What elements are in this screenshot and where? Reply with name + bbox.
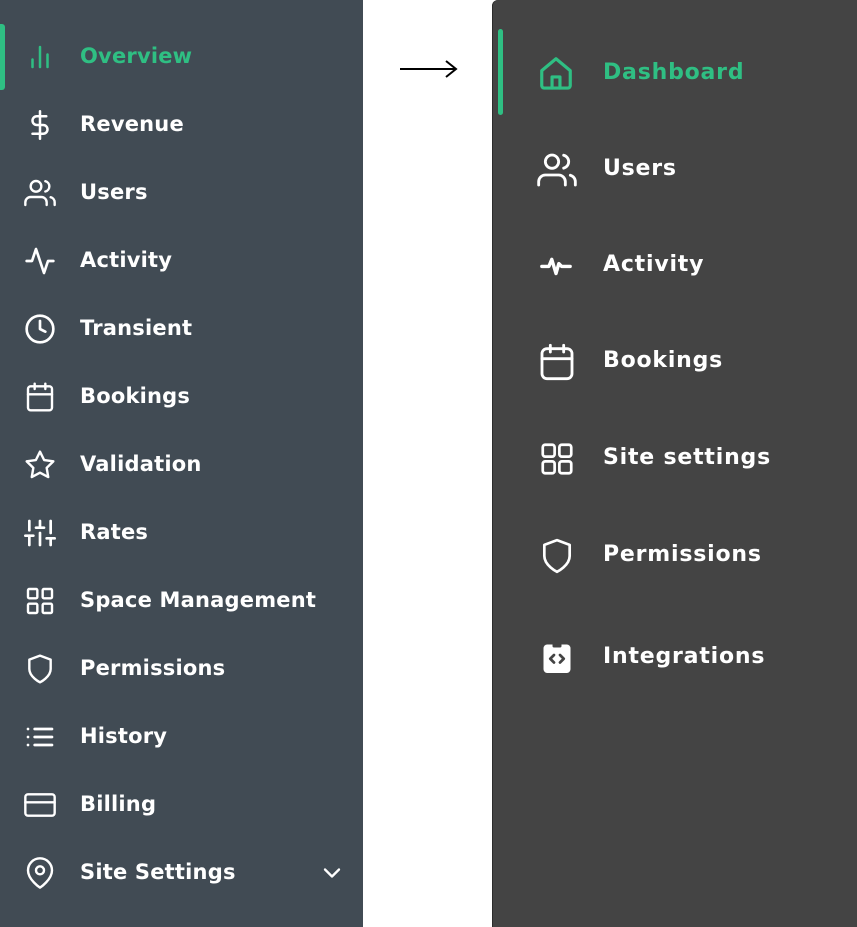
left-sidebar: Overview Revenue Users Activity Transien… — [0, 0, 363, 927]
sidebar-item-bookings[interactable]: Bookings — [0, 374, 363, 420]
sidebar-item-label: Bookings — [603, 348, 724, 373]
map-pin-icon — [22, 855, 58, 891]
sidebar-item-site-settings[interactable]: Site settings — [492, 431, 857, 485]
users-icon — [537, 150, 577, 190]
sidebar-item-label: Activity — [80, 248, 173, 272]
sidebar-item-site-settings[interactable]: Site Settings — [0, 850, 363, 896]
sidebar-item-overview[interactable]: Overview — [0, 34, 363, 80]
sidebar-item-revenue[interactable]: Revenue — [0, 102, 363, 148]
sidebar-item-label: Site settings — [603, 445, 771, 470]
bar-chart-icon — [22, 39, 58, 75]
sidebar-item-transient[interactable]: Transient — [0, 306, 363, 352]
grid-icon — [22, 583, 58, 619]
sidebar-item-label: Dashboard — [603, 60, 745, 85]
right-sidebar: Dashboard Users Activity Bookings Site s… — [492, 0, 857, 927]
sidebar-item-label: Validation — [80, 452, 202, 476]
star-icon — [22, 447, 58, 483]
dollar-icon — [22, 107, 58, 143]
pulse-icon — [537, 246, 575, 284]
sidebar-item-label: Space Management — [80, 588, 317, 612]
sidebar-item-label: Bookings — [80, 384, 191, 408]
sidebar-item-label: Billing — [80, 792, 157, 816]
sidebar-item-label: Rates — [80, 520, 149, 544]
sidebar-item-activity[interactable]: Activity — [492, 238, 857, 292]
sidebar-item-label: History — [80, 724, 168, 748]
shield-icon — [22, 651, 58, 687]
sidebar-item-label: Permissions — [603, 542, 762, 567]
sidebar-item-label: Transient — [80, 316, 193, 340]
chevron-down-icon[interactable] — [318, 859, 346, 887]
users-icon — [22, 175, 58, 211]
sidebar-item-label: Permissions — [80, 656, 226, 680]
sidebar-item-billing[interactable]: Billing — [0, 782, 363, 828]
calendar-icon — [22, 379, 58, 415]
sidebar-item-rates[interactable]: Rates — [0, 510, 363, 556]
shield-icon — [537, 536, 577, 576]
sidebar-item-label: Users — [603, 156, 677, 181]
sidebar-item-permissions[interactable]: Permissions — [492, 528, 857, 582]
list-icon — [22, 719, 58, 755]
home-icon — [537, 54, 575, 92]
activity-icon — [22, 243, 58, 279]
sidebar-item-label: Overview — [80, 44, 193, 68]
sidebar-item-label: Users — [80, 180, 148, 204]
sidebar-item-label: Activity — [603, 252, 705, 277]
sidebar-item-space-management[interactable]: Space Management — [0, 578, 363, 624]
sliders-icon — [22, 515, 58, 551]
sidebar-item-permissions[interactable]: Permissions — [0, 646, 363, 692]
sidebar-item-validation[interactable]: Validation — [0, 442, 363, 488]
credit-card-icon — [22, 787, 58, 823]
sidebar-item-activity[interactable]: Activity — [0, 238, 363, 284]
sidebar-item-bookings[interactable]: Bookings — [492, 334, 857, 388]
clock-icon — [22, 311, 58, 347]
sidebar-item-dashboard[interactable]: Dashboard — [492, 46, 857, 100]
sidebar-item-users[interactable]: Users — [0, 170, 363, 216]
sidebar-item-label: Integrations — [603, 644, 766, 669]
grid-icon — [537, 439, 577, 479]
code-clipboard-icon — [537, 638, 577, 678]
sidebar-item-label: Revenue — [80, 112, 184, 136]
sidebar-item-integrations[interactable]: Integrations — [492, 630, 857, 684]
sidebar-item-users[interactable]: Users — [492, 142, 857, 196]
sidebar-item-label: Site Settings — [80, 860, 236, 884]
sidebar-item-history[interactable]: History — [0, 714, 363, 760]
calendar-icon — [537, 342, 577, 382]
arrow-right-icon — [400, 60, 458, 78]
